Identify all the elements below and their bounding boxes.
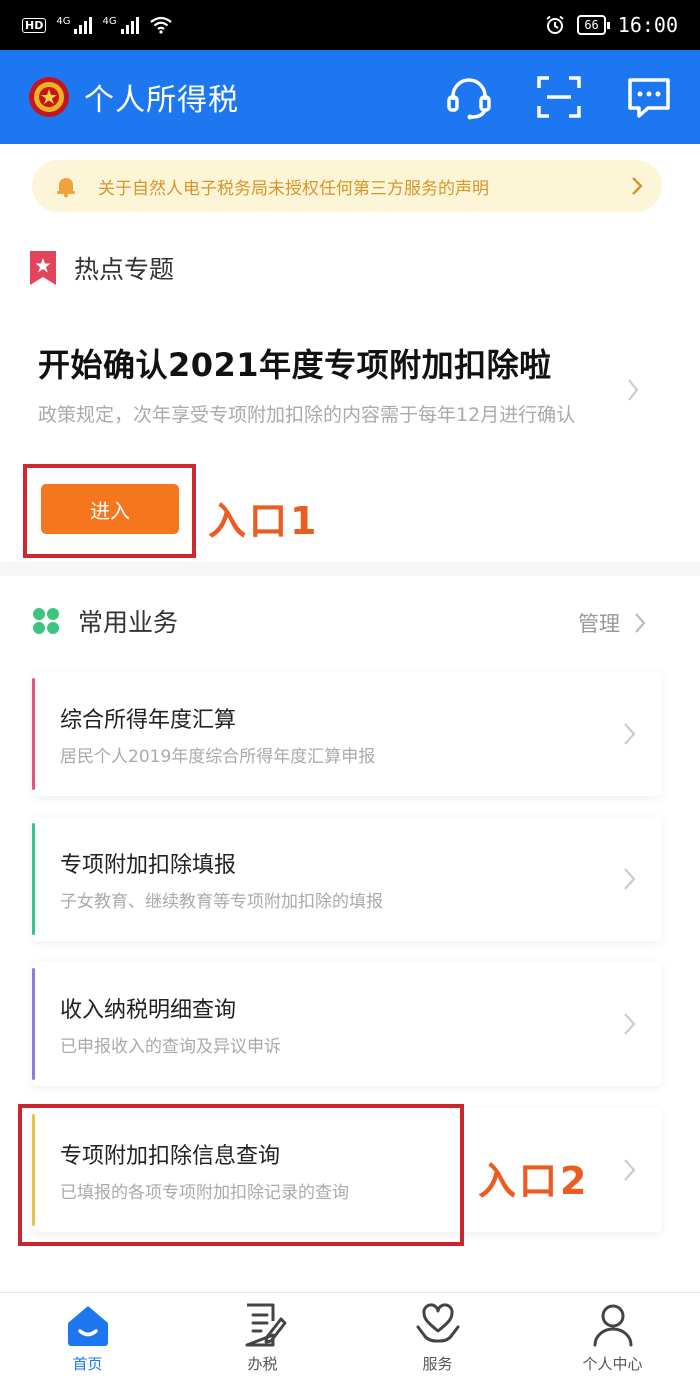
annotation-label-entry-1: 入口1 [208,499,320,543]
service-name: 收入纳税明细查询 [60,998,237,1023]
home-icon [67,1306,108,1346]
tab-label: 个人中心 [582,1355,643,1373]
bell-icon [57,178,75,198]
person-icon [593,1304,632,1347]
hot-topic-card-title[interactable]: 开始确认2021年度专项附加扣除啦 [38,340,552,386]
tab-label: 首页 [72,1355,103,1373]
service-desc: 居民个人2019年度综合所得年度汇算申报 [60,747,376,767]
message-icon[interactable] [624,72,674,122]
grid-apps-icon [33,608,59,634]
notice-banner[interactable]: 关于自然人电子税务局未授权任何第三方服务的声明 [32,160,662,212]
chevron-right-icon [624,1013,636,1035]
app-header: 个人所得税 [0,50,700,144]
tab-service[interactable]: 服务 [350,1293,525,1384]
hot-topic-card-desc: 政策规定，次年享受专项附加扣除的内容需于每年12月进行确认 [38,404,576,426]
service-desc: 已申报收入的查询及异议申诉 [60,1037,281,1057]
card-accent-bar [32,968,35,1080]
notice-text: 关于自然人电子税务局未授权任何第三方服务的声明 [98,178,489,199]
signal-icon-sim1: 4G [56,16,93,34]
service-name: 综合所得年度汇算 [60,708,237,733]
bookmark-star-icon [30,251,56,285]
chevron-right-icon [624,868,636,890]
section-divider [0,562,700,576]
manage-label: 管理 [578,612,620,636]
chevron-right-icon [635,613,646,633]
card-accent-bar [32,678,35,790]
app-title: 个人所得税 [84,83,239,118]
service-name: 专项附加扣除填报 [60,853,237,878]
hd-indicator: HD [22,17,47,33]
status-bar: HD 4G 4G 66 16:00 [0,0,700,50]
chevron-right-icon [632,177,643,195]
service-desc: 子女教育、继续教育等专项附加扣除的填报 [60,892,383,912]
tab-personal-center[interactable]: 个人中心 [525,1293,700,1384]
scan-icon[interactable] [534,72,584,122]
clock: 16:00 [617,13,678,37]
tab-label: 服务 [422,1355,453,1373]
hot-topics-header: 热点专题 [30,250,174,286]
service-card-annual-settlement[interactable]: 综合所得年度汇算 居民个人2019年度综合所得年度汇算申报 [32,672,662,796]
annotation-label-entry-2: 入口2 [478,1159,590,1203]
wifi-icon [149,16,172,34]
service-heart-icon [416,1303,459,1343]
chevron-right-icon[interactable] [626,377,640,403]
tab-tax[interactable]: 办税 [175,1293,350,1384]
common-services-title: 常用业务 [78,608,179,637]
service-card-deduction-filing[interactable]: 专项附加扣除填报 子女教育、继续教育等专项附加扣除的填报 [32,817,662,941]
annotation-box-entry-1 [23,464,196,558]
common-services-header: 常用业务 [32,603,178,639]
chevron-right-icon [624,1159,636,1181]
battery-indicator: 66 [577,15,611,35]
emblem-icon [29,77,69,117]
tab-home[interactable]: 首页 [0,1293,175,1384]
chevron-right-icon [624,723,636,745]
tax-form-icon [245,1303,286,1347]
card-accent-bar [32,823,35,935]
service-card-income-tax-query[interactable]: 收入纳税明细查询 已申报收入的查询及异议申诉 [32,962,662,1086]
manage-link[interactable]: 管理 [578,608,646,638]
signal-icon-sim2: 4G [102,16,139,34]
alarm-icon [546,15,564,34]
hot-topics-title: 热点专题 [74,255,175,284]
annotation-box-entry-2 [18,1104,464,1246]
tab-label: 办税 [247,1355,278,1373]
headset-icon[interactable] [444,72,494,122]
bottom-tab-bar: 首页 办税 服务 个人中心 [0,1292,700,1384]
